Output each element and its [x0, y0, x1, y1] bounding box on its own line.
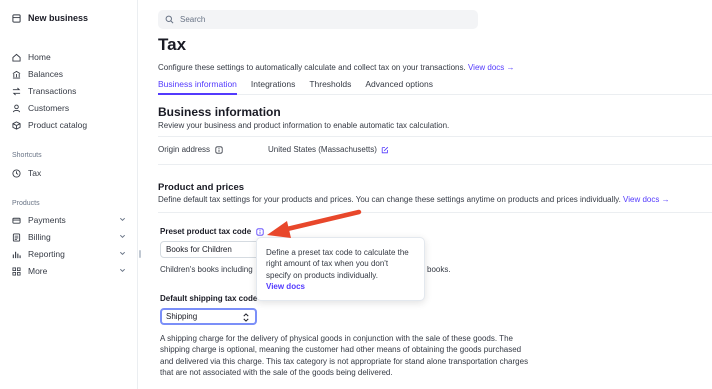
sidebar-item-customers[interactable]: Customers [12, 101, 126, 115]
divider [158, 136, 712, 137]
chevron-down-icon [119, 234, 126, 239]
reporting-icon [12, 251, 21, 258]
transactions-icon [12, 87, 21, 95]
tax-icon [12, 168, 21, 178]
tooltip-line: Define a preset tax code to calculate th… [266, 248, 409, 257]
sidebar-item-reporting[interactable]: Reporting [12, 247, 126, 261]
sidebar-item-label: Payments [28, 215, 66, 225]
sidebar-item-label: Transactions [28, 86, 77, 96]
sidebar-item-label: More [28, 266, 48, 276]
account-switcher[interactable]: New business [12, 13, 88, 23]
origin-address-label-text: Origin address [158, 145, 211, 154]
tab-business-information[interactable]: Business information [158, 76, 237, 95]
product-catalog-icon [12, 120, 21, 130]
tooltip-view-docs-link[interactable]: View docs [266, 281, 415, 292]
customers-icon [12, 104, 21, 112]
shortcuts-heading: Shortcuts [12, 152, 42, 159]
shipping-tax-code-label-text: Default shipping tax code [160, 294, 258, 303]
page-title: Tax [158, 35, 187, 54]
product-prices-description: Define default tax settings for your pro… [158, 195, 670, 204]
view-docs-link[interactable]: View docs → [623, 195, 670, 204]
product-prices-description-text: Define default tax settings for your pro… [158, 195, 621, 204]
balances-icon [12, 70, 21, 79]
tab-integrations[interactable]: Integrations [251, 76, 295, 95]
more-icon [12, 266, 21, 276]
search-input[interactable] [180, 15, 460, 24]
help-line: and delivered via this charge. This tax … [160, 356, 529, 366]
annotation-arrow-icon [267, 209, 362, 238]
tab-bar: Business information Integrations Thresh… [158, 76, 712, 95]
preset-tax-code-value: Books for Children [166, 245, 232, 254]
tooltip-line: specify on products individually. [266, 270, 378, 280]
search-icon [165, 15, 174, 24]
preset-help-start: Children's books including [160, 265, 253, 274]
help-line: shipping charge is optional, meaning the… [160, 345, 522, 355]
products-heading: Products [12, 200, 40, 207]
section-description: Review your business and product informa… [158, 121, 450, 130]
preset-tax-code-select[interactable]: Books for Children [160, 241, 260, 258]
sidebar-item-product-catalog[interactable]: Product catalog [12, 118, 126, 132]
sidebar-resize-handle[interactable] [139, 250, 141, 258]
preset-tax-code-label: Preset product tax code [160, 227, 264, 236]
origin-address-text: United States (Massachusetts) [268, 145, 377, 154]
sidebar-item-label: Product catalog [28, 120, 88, 130]
tab-advanced-options[interactable]: Advanced options [365, 76, 433, 95]
sidebar-item-label: Customers [28, 103, 70, 113]
tab-thresholds[interactable]: Thresholds [309, 76, 351, 95]
preset-tax-code-help-end: books. [427, 265, 451, 274]
search-bar[interactable] [158, 10, 478, 29]
page-subtitle: Configure these settings to automaticall… [158, 63, 515, 72]
sidebar-item-tax[interactable]: Tax [12, 166, 126, 180]
chevron-down-icon [119, 251, 126, 256]
sidebar-item-transactions[interactable]: Transactions [12, 84, 126, 98]
sidebar-item-label: Reporting [28, 249, 65, 259]
home-icon [12, 53, 21, 62]
origin-address-label: Origin address [158, 145, 223, 154]
shipping-tax-code-select[interactable]: Shipping [160, 308, 257, 325]
shipping-tax-code-label: Default shipping tax code [160, 294, 257, 303]
origin-address-value: United States (Massachusetts) [268, 145, 389, 154]
shipping-tax-code-help: A shipping charge for the delivery of ph… [160, 333, 528, 378]
info-icon[interactable] [256, 227, 264, 236]
payments-icon [12, 217, 21, 224]
shipping-tax-code-value: Shipping [166, 312, 198, 321]
sidebar-item-balances[interactable]: Balances [12, 67, 126, 81]
help-line: A shipping charge for the delivery of ph… [160, 334, 513, 343]
sidebar-item-label: Tax [28, 168, 42, 178]
preset-tax-code-label-text: Preset product tax code [160, 227, 252, 236]
sidebar-item-label: Balances [28, 69, 63, 79]
sidebar: New business Home Balances Transactions … [0, 0, 138, 389]
sidebar-item-label: Billing [28, 232, 51, 242]
sidebar-item-payments[interactable]: Payments [12, 213, 126, 227]
edit-icon[interactable] [381, 146, 389, 154]
divider [158, 164, 712, 165]
sidebar-item-label: Home [28, 52, 51, 62]
sidebar-item-home[interactable]: Home [12, 50, 126, 64]
preset-tax-code-tooltip: Define a preset tax code to calculate th… [256, 237, 425, 301]
page-subtitle-text: Configure these settings to automaticall… [158, 63, 466, 72]
view-docs-link[interactable]: View docs → [468, 63, 515, 72]
sidebar-item-more[interactable]: More [12, 264, 126, 278]
divider [158, 212, 712, 213]
select-arrows-icon [243, 313, 249, 322]
chevron-down-icon [119, 217, 126, 222]
billing-icon [12, 232, 21, 242]
help-line: that are not associated with the sale of… [160, 367, 393, 377]
business-icon [12, 13, 21, 23]
preset-tax-code-help: Children's books including [160, 264, 253, 275]
section-heading-business-information: Business information [158, 105, 281, 119]
section-heading-product-and-prices: Product and prices [158, 182, 245, 193]
chevron-down-icon [119, 268, 126, 273]
sidebar-item-billing[interactable]: Billing [12, 230, 126, 244]
info-icon[interactable] [215, 145, 223, 154]
tooltip-line: right amount of tax when you don't [266, 259, 389, 269]
brand-name: New business [28, 13, 89, 23]
